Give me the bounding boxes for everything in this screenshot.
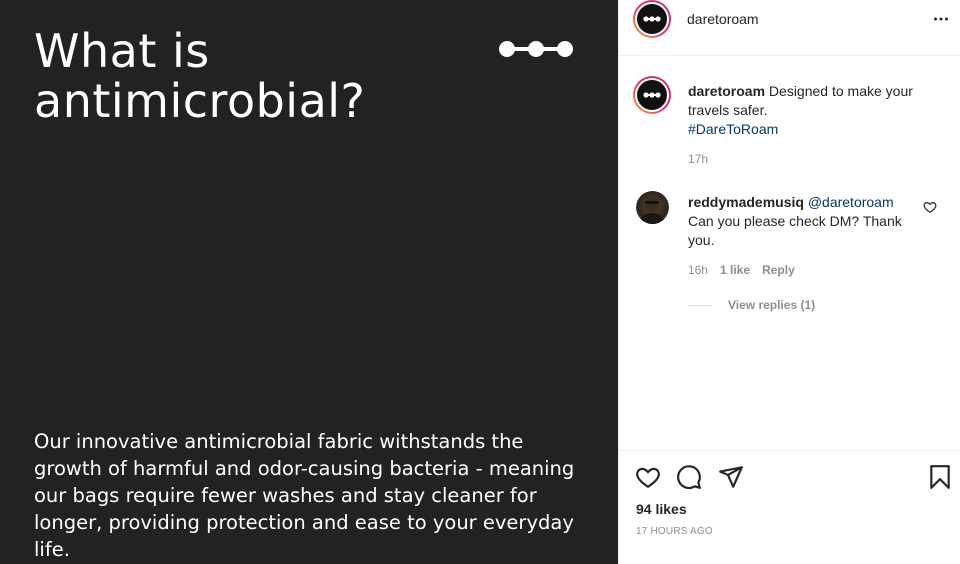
comment-meta: 16h 1 like Reply [688, 263, 795, 277]
comment-heart-icon[interactable] [923, 200, 937, 214]
post-sidebar: daretoroam daretoroam Designed to make y… [618, 0, 960, 564]
post-header: daretoroam [619, 0, 960, 56]
caption-timestamp[interactable]: 17h [688, 152, 708, 166]
heart-icon[interactable] [635, 464, 661, 490]
media-body-text: Our innovative antimicrobial fabric with… [34, 430, 575, 561]
view-replies[interactable]: View replies (1) [688, 298, 815, 312]
reply-button[interactable]: Reply [762, 263, 795, 277]
likes-count[interactable]: 94 likes [636, 501, 687, 517]
comment-mention[interactable]: @daretoroam [808, 194, 894, 210]
comment: reddymademusiq @daretoroam Can you pleas… [688, 193, 918, 250]
bookmark-icon[interactable] [927, 464, 953, 490]
commenter-avatar[interactable] [636, 191, 669, 224]
comment-icon[interactable] [676, 464, 702, 490]
share-icon[interactable] [718, 464, 744, 490]
post-media[interactable]: What is antimicrobial? Our innovative an… [0, 0, 618, 564]
avatar[interactable] [633, 0, 671, 38]
more-horizontal-icon[interactable] [933, 11, 949, 27]
replies-divider [688, 304, 712, 306]
comment-username[interactable]: reddymademusiq [688, 194, 804, 210]
avatar-photo [640, 198, 664, 224]
three-dots-logo-icon [643, 16, 661, 22]
three-dots-logo-icon [499, 41, 573, 57]
three-dots-logo-icon [643, 92, 661, 98]
comment-likes[interactable]: 1 like [720, 263, 750, 277]
caption-avatar[interactable] [633, 76, 671, 114]
comment-timestamp[interactable]: 16h [688, 263, 708, 277]
caption: daretoroam Designed to make your travels… [688, 82, 938, 139]
comment-text: Can you please check DM? Thank you. [688, 213, 902, 248]
header-username[interactable]: daretoroam [687, 11, 759, 27]
post-actions: 94 likes 17 HOURS AGO [619, 450, 960, 564]
view-replies-label[interactable]: View replies (1) [728, 298, 815, 312]
media-title: What is antimicrobial? [34, 24, 366, 128]
post-timestamp[interactable]: 17 HOURS AGO [636, 526, 713, 537]
caption-username[interactable]: daretoroam [688, 83, 765, 99]
caption-hashtag[interactable]: #DareToRoam [688, 120, 938, 139]
